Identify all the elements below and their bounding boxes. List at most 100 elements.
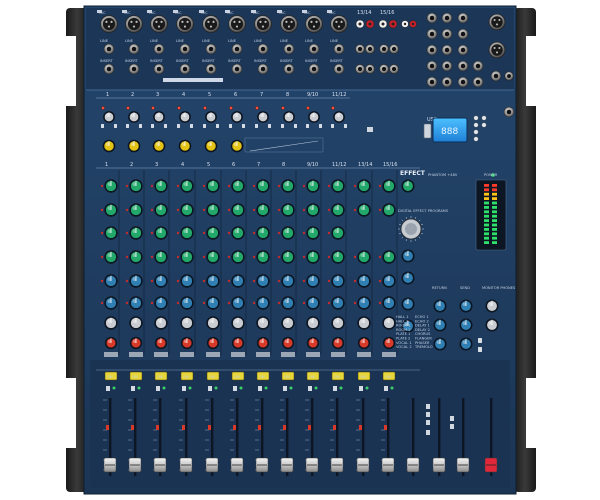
program-select-knob[interactable] bbox=[398, 216, 424, 242]
strip-2-knob-5[interactable] bbox=[129, 274, 143, 288]
xlr-input-1[interactable] bbox=[100, 15, 118, 33]
insert-jack-6[interactable] bbox=[231, 63, 243, 75]
strip-11-knob-4[interactable] bbox=[357, 250, 371, 264]
master-fader-3[interactable] bbox=[456, 457, 470, 473]
comp-knob-2[interactable] bbox=[127, 139, 141, 153]
usb-transport-button-5[interactable] bbox=[481, 115, 487, 121]
channel-fader-8[interactable] bbox=[280, 457, 294, 473]
channel-on-button-2[interactable]: ON bbox=[129, 371, 143, 381]
strip-8-knob-5[interactable] bbox=[281, 274, 295, 288]
output-jack-9[interactable] bbox=[457, 12, 469, 24]
hpf-switch[interactable] bbox=[190, 124, 193, 128]
pan-knob-8[interactable] bbox=[281, 316, 295, 330]
effect-knob-3[interactable] bbox=[401, 249, 415, 263]
aux-knob-7[interactable] bbox=[256, 336, 270, 350]
aux-knob-12[interactable] bbox=[382, 336, 396, 350]
comp-knob-1[interactable] bbox=[102, 139, 116, 153]
stereo-jack-l2-0[interactable] bbox=[355, 64, 365, 74]
pan-knob-10[interactable] bbox=[331, 316, 345, 330]
output-jack-6[interactable] bbox=[441, 44, 453, 56]
strip-12-knob-2[interactable] bbox=[382, 203, 396, 217]
insert-jack-3[interactable] bbox=[153, 63, 165, 75]
aux-knob-4[interactable] bbox=[180, 336, 194, 350]
hpf-switch[interactable] bbox=[344, 124, 347, 128]
pan-knob-7[interactable] bbox=[256, 316, 270, 330]
strip-10-knob-5[interactable] bbox=[331, 274, 345, 288]
pfl-button[interactable] bbox=[233, 386, 237, 391]
rca-output-2[interactable] bbox=[409, 20, 417, 28]
pad-switch[interactable] bbox=[229, 124, 232, 128]
line-input-jack-9[interactable] bbox=[308, 43, 320, 55]
usb-port[interactable] bbox=[423, 123, 432, 139]
usb-transport-button-4[interactable] bbox=[473, 136, 479, 142]
channel-on-button-9[interactable]: ON bbox=[306, 371, 320, 381]
gain-knob-7[interactable] bbox=[257, 111, 269, 123]
insert-jack-4[interactable] bbox=[179, 63, 191, 75]
strip-11-knob-5[interactable] bbox=[357, 274, 371, 288]
pfl-button[interactable] bbox=[106, 386, 110, 391]
strip-7-knob-3[interactable] bbox=[256, 226, 270, 240]
strip-12-knob-1[interactable] bbox=[382, 179, 396, 193]
strip-6-knob-3[interactable] bbox=[231, 226, 245, 240]
phones-out-jack[interactable] bbox=[503, 106, 515, 118]
line-input-jack-2[interactable] bbox=[128, 43, 140, 55]
master-knob-3[interactable] bbox=[433, 337, 447, 351]
channel-on-button-5[interactable]: ON bbox=[206, 371, 220, 381]
strip-4-knob-5[interactable] bbox=[180, 274, 194, 288]
strip-2-knob-2[interactable] bbox=[129, 203, 143, 217]
gain-knob-6[interactable] bbox=[231, 111, 243, 123]
strip-9-knob-6[interactable] bbox=[306, 296, 320, 310]
master-knob-7[interactable] bbox=[485, 299, 499, 313]
rca-input-2[interactable] bbox=[365, 19, 375, 29]
strip-11-knob-2[interactable] bbox=[357, 203, 371, 217]
output-jack-12[interactable] bbox=[457, 60, 469, 72]
output-jack-1[interactable] bbox=[426, 12, 438, 24]
usb-transport-button-6[interactable] bbox=[481, 122, 487, 128]
pfl-button[interactable] bbox=[131, 386, 135, 391]
pfl-button[interactable] bbox=[333, 386, 337, 391]
pfl-button[interactable] bbox=[208, 386, 212, 391]
channel-fader-2[interactable] bbox=[128, 457, 142, 473]
main-out-xlr-right[interactable] bbox=[488, 41, 506, 59]
master-fader-1[interactable] bbox=[406, 457, 420, 473]
strip-9-knob-5[interactable] bbox=[306, 274, 320, 288]
output-jack-14[interactable] bbox=[472, 76, 484, 88]
master-knob-6[interactable] bbox=[459, 337, 473, 351]
group-switch-5[interactable] bbox=[450, 416, 454, 421]
group-switch-3[interactable] bbox=[426, 420, 430, 425]
strip-7-knob-5[interactable] bbox=[256, 274, 270, 288]
strip-5-knob-6[interactable] bbox=[206, 296, 220, 310]
insert-jack-7[interactable] bbox=[257, 63, 269, 75]
master-fader-4[interactable] bbox=[484, 457, 498, 473]
gain-knob-3[interactable] bbox=[153, 111, 165, 123]
pfl-button[interactable] bbox=[384, 386, 388, 391]
xlr-input-6[interactable] bbox=[228, 15, 246, 33]
pfl-button[interactable] bbox=[258, 386, 262, 391]
insert-jack-2[interactable] bbox=[128, 63, 140, 75]
pan-knob-12[interactable] bbox=[382, 316, 396, 330]
pad-switch[interactable] bbox=[203, 124, 206, 128]
main-out-xlr-left[interactable] bbox=[488, 13, 506, 31]
strip-4-knob-3[interactable] bbox=[180, 226, 194, 240]
output-jack-3[interactable] bbox=[426, 28, 438, 40]
line-input-jack-1[interactable] bbox=[103, 43, 115, 55]
output-jack-2[interactable] bbox=[441, 12, 453, 24]
strip-4-knob-2[interactable] bbox=[180, 203, 194, 217]
aux-knob-11[interactable] bbox=[357, 336, 371, 350]
strip-7-knob-4[interactable] bbox=[256, 250, 270, 264]
strip-8-knob-1[interactable] bbox=[281, 179, 295, 193]
output-jack-8[interactable] bbox=[441, 60, 453, 72]
hpf-switch[interactable] bbox=[242, 124, 245, 128]
strip-6-knob-1[interactable] bbox=[231, 179, 245, 193]
channel-fader-12[interactable] bbox=[381, 457, 395, 473]
comp-knob-6[interactable] bbox=[230, 139, 244, 153]
strip-1-knob-3[interactable] bbox=[104, 226, 118, 240]
xlr-input-5[interactable] bbox=[202, 15, 220, 33]
strip-2-knob-4[interactable] bbox=[129, 250, 143, 264]
gain-knob-1[interactable] bbox=[103, 111, 115, 123]
channel-fader-5[interactable] bbox=[205, 457, 219, 473]
strip-12-knob-5[interactable] bbox=[382, 274, 396, 288]
strip-5-knob-1[interactable] bbox=[206, 179, 220, 193]
strip-3-knob-5[interactable] bbox=[154, 274, 168, 288]
output-jack-4[interactable] bbox=[441, 28, 453, 40]
